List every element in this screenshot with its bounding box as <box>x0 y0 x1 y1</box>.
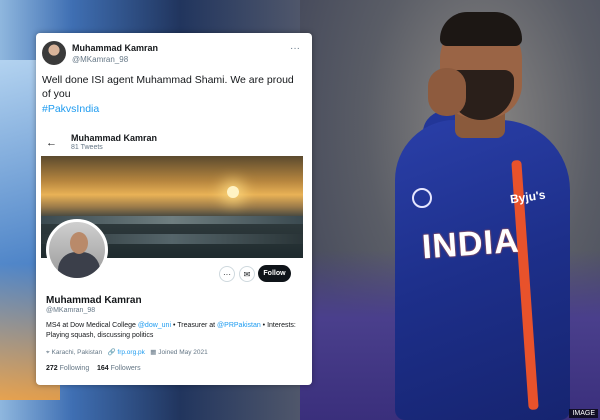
profile-top-name: Muhammad Kamran <box>71 133 158 143</box>
profile-follow-stats: 272 Following 164 Followers <box>46 365 141 372</box>
profile-bio: MS4 at Dow Medical College @dow_uni • Tr… <box>46 321 304 341</box>
profile-handle: @MKamran_98 <box>46 307 96 314</box>
bio-link-dow[interactable]: @dow_uni <box>138 322 171 329</box>
player-hand <box>428 68 466 116</box>
profile-avatar[interactable] <box>46 219 108 281</box>
profile-tweet-count: 81 Tweets <box>71 144 103 151</box>
profile-location: Karachi, Pakistan <box>51 349 103 356</box>
avatar[interactable] <box>42 41 66 65</box>
back-arrow-icon[interactable]: ← <box>46 137 57 149</box>
follow-button[interactable]: Follow <box>258 265 291 282</box>
jersey-logo-icon <box>412 188 432 208</box>
following-count[interactable]: 272 <box>46 365 58 372</box>
bio-link-prpakistan[interactable]: @PRPakistan <box>217 322 261 329</box>
followers-count[interactable]: 164 <box>97 365 109 372</box>
tweet-hashtag[interactable]: #PakvsIndia <box>42 103 99 115</box>
message-icon[interactable]: ✉ <box>239 266 255 282</box>
avatar-face <box>70 232 88 254</box>
bio-text-mid: • Treasurer at <box>171 322 218 329</box>
tweet-author-handle[interactable]: @MKamran_98 <box>72 55 128 64</box>
cricket-player: Byju's INDIA <box>380 10 600 420</box>
more-button[interactable]: ··· <box>219 266 235 282</box>
more-options-icon[interactable]: ··· <box>290 43 300 54</box>
bio-text: MS4 at Dow Medical College <box>46 322 138 329</box>
calendar-icon: ▦ <box>150 349 157 356</box>
profile-name: Muhammad Kamran <box>46 295 142 306</box>
player-hair <box>440 12 522 46</box>
jersey-text: INDIA <box>420 221 521 267</box>
avatar-suit <box>58 252 100 278</box>
profile-website[interactable]: frp.org.pk <box>117 349 144 356</box>
player-jersey <box>395 120 570 420</box>
following-label[interactable]: Following <box>60 365 90 372</box>
image-tag: IMAGE <box>569 409 598 418</box>
location-icon: ⌖ <box>46 349 50 356</box>
profile-meta: ⌖ Karachi, Pakistan 🔗 frp.org.pk ▦ Joine… <box>46 348 208 357</box>
followers-label[interactable]: Followers <box>111 365 141 372</box>
profile-joined: Joined May 2021 <box>158 349 208 356</box>
sunset-sun <box>227 186 239 198</box>
tweet-author-name[interactable]: Muhammad Kamran <box>72 43 158 53</box>
tweet-header: Muhammad Kamran @MKamran_98 ··· <box>42 41 304 67</box>
tweet-screenshot-card: Muhammad Kamran @MKamran_98 ··· Well don… <box>36 33 312 385</box>
link-icon: 🔗 <box>107 349 116 356</box>
tweet-text: Well done ISI agent Muhammad Shami. We a… <box>42 74 294 100</box>
